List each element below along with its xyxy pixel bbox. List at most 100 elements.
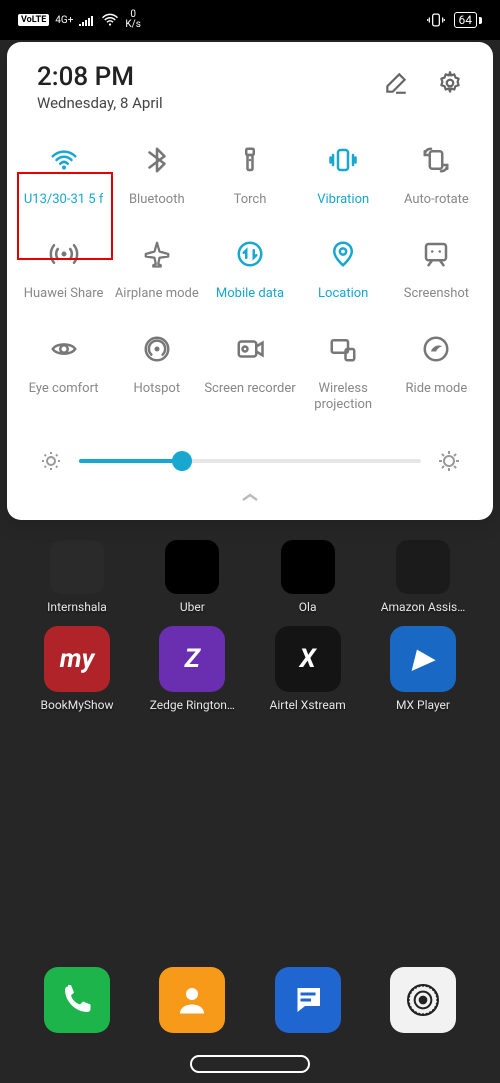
app-row: my BookMyShow Z Zedge Rington… X Airtel Xstre… bbox=[0, 626, 500, 712]
battery-level: 64 bbox=[454, 12, 478, 28]
hotspot-icon bbox=[142, 334, 172, 364]
qs-tile-projection[interactable]: Wireless projection bbox=[297, 331, 390, 414]
edit-button[interactable] bbox=[383, 70, 409, 100]
app-icon: ▶ bbox=[390, 626, 456, 692]
gear-icon bbox=[437, 70, 463, 96]
app-Amazon Assis…[interactable]: Amazon Assis… bbox=[380, 540, 466, 614]
brightness-low-icon bbox=[39, 449, 63, 473]
edit-icon bbox=[383, 70, 409, 96]
dock-app-messages[interactable] bbox=[265, 967, 351, 1033]
qs-tile-huaweishare[interactable]: Huawei Share bbox=[17, 236, 110, 302]
app-icon: Z bbox=[159, 626, 225, 692]
app-Airtel Xstream[interactable]: X Airtel Xstream bbox=[265, 626, 351, 712]
qs-tile-hotspot[interactable]: Hotspot bbox=[110, 331, 203, 414]
qs-tile-label: Auto-rotate bbox=[404, 192, 469, 208]
app-Uber[interactable]: Uber bbox=[149, 540, 235, 614]
qs-tile-label: Vibration bbox=[317, 192, 369, 208]
projection-icon bbox=[328, 334, 358, 364]
qs-tile-label: Eye comfort bbox=[29, 381, 99, 397]
qs-tile-label: Airplane mode bbox=[115, 286, 199, 302]
app-icon bbox=[275, 967, 341, 1033]
qs-tile-label: Torch bbox=[234, 192, 267, 208]
chevron-up-icon bbox=[238, 490, 262, 504]
clock-time: 2:08 PM bbox=[37, 62, 383, 92]
app-BookMyShow[interactable]: my BookMyShow bbox=[34, 626, 120, 712]
status-bar: VoLTE 4G+ 0 K/s 64 bbox=[0, 0, 500, 40]
vibration-icon bbox=[328, 145, 358, 175]
qs-tile-label: Bluetooth bbox=[129, 192, 185, 208]
qs-tile-ridemode[interactable]: Ride mode bbox=[390, 331, 483, 414]
app-label: Internshala bbox=[47, 600, 107, 614]
app-row: Internshala Uber Ola Amazon Assis… bbox=[0, 540, 500, 614]
collapse-handle[interactable] bbox=[17, 483, 483, 510]
brightness-thumb[interactable] bbox=[172, 451, 192, 471]
app-icon bbox=[44, 967, 110, 1033]
app-icon bbox=[165, 540, 219, 594]
app-label: Zedge Rington… bbox=[150, 698, 235, 712]
clock-date: Wednesday, 8 April bbox=[37, 94, 383, 112]
eyecomfort-icon bbox=[49, 334, 79, 364]
app-Ola[interactable]: Ola bbox=[265, 540, 351, 614]
navigation-bar[interactable] bbox=[0, 1055, 500, 1073]
app-icon: X bbox=[275, 626, 341, 692]
recorder-icon bbox=[235, 334, 265, 364]
quick-settings-panel: 2:08 PM Wednesday, 8 April U13/30-31 5 f… bbox=[7, 42, 493, 520]
autorotate-icon bbox=[421, 145, 451, 175]
nav-pill[interactable] bbox=[190, 1055, 310, 1073]
qs-tile-location[interactable]: Location bbox=[297, 236, 390, 302]
volte-badge: VoLTE bbox=[18, 14, 49, 26]
brightness-slider-row bbox=[17, 433, 483, 483]
bluetooth-icon bbox=[142, 145, 172, 175]
app-label: Ola bbox=[299, 600, 317, 614]
qs-tile-vibration[interactable]: Vibration bbox=[297, 142, 390, 208]
qs-tile-eyecomfort[interactable]: Eye comfort bbox=[17, 331, 110, 414]
qs-tile-label: Wireless projection bbox=[297, 381, 389, 414]
dock bbox=[0, 967, 500, 1033]
airplane-icon bbox=[142, 239, 172, 269]
qs-tile-label: Hotspot bbox=[133, 381, 180, 397]
torch-icon bbox=[235, 145, 265, 175]
ridemode-icon bbox=[421, 334, 451, 364]
network-speed: 0 K/s bbox=[125, 10, 141, 30]
app-Zedge Rington…[interactable]: Z Zedge Rington… bbox=[149, 626, 235, 712]
brightness-slider[interactable] bbox=[79, 459, 421, 463]
app-label: Airtel Xstream bbox=[270, 698, 346, 712]
app-label: MX Player bbox=[396, 698, 450, 712]
qs-tile-label: Screenshot bbox=[404, 286, 469, 302]
qs-tile-torch[interactable]: Torch bbox=[203, 142, 296, 208]
qs-tile-screenshot[interactable]: Screenshot bbox=[390, 236, 483, 302]
app-label: Uber bbox=[180, 600, 205, 614]
app-icon bbox=[50, 540, 104, 594]
app-icon bbox=[390, 967, 456, 1033]
wifi-status-icon bbox=[101, 13, 119, 27]
settings-button[interactable] bbox=[437, 70, 463, 100]
wifi-icon bbox=[49, 145, 79, 175]
network-type: 4G+ bbox=[55, 15, 73, 26]
app-icon bbox=[281, 540, 335, 594]
huaweishare-icon bbox=[49, 239, 79, 269]
brightness-high-icon bbox=[437, 449, 461, 473]
dock-app-contacts[interactable] bbox=[149, 967, 235, 1033]
app-Internshala[interactable]: Internshala bbox=[34, 540, 120, 614]
qs-tile-label: Mobile data bbox=[216, 286, 284, 302]
qs-tile-label: U13/30-31 5 f bbox=[24, 192, 104, 208]
app-label: BookMyShow bbox=[41, 698, 114, 712]
app-MX Player[interactable]: ▶ MX Player bbox=[380, 626, 466, 712]
dock-app-settings[interactable] bbox=[380, 967, 466, 1033]
qs-tile-autorotate[interactable]: Auto-rotate bbox=[390, 142, 483, 208]
qs-tile-wifi[interactable]: U13/30-31 5 f bbox=[17, 142, 110, 208]
qs-tile-label: Screen recorder bbox=[204, 381, 295, 397]
qs-tile-label: Ride mode bbox=[406, 381, 468, 397]
qs-tile-label: Huawei Share bbox=[24, 286, 104, 302]
qs-tile-recorder[interactable]: Screen recorder bbox=[203, 331, 296, 414]
vibrate-status-icon bbox=[426, 12, 446, 28]
signal-icon bbox=[79, 14, 95, 26]
qs-tile-airplane[interactable]: Airplane mode bbox=[110, 236, 203, 302]
mobiledata-icon bbox=[235, 239, 265, 269]
location-icon bbox=[328, 239, 358, 269]
dock-app-phone[interactable] bbox=[34, 967, 120, 1033]
qs-tile-mobiledata[interactable]: Mobile data bbox=[203, 236, 296, 302]
app-icon: my bbox=[44, 626, 110, 692]
qs-tile-bluetooth[interactable]: Bluetooth bbox=[110, 142, 203, 208]
app-label: Amazon Assis… bbox=[381, 600, 466, 614]
